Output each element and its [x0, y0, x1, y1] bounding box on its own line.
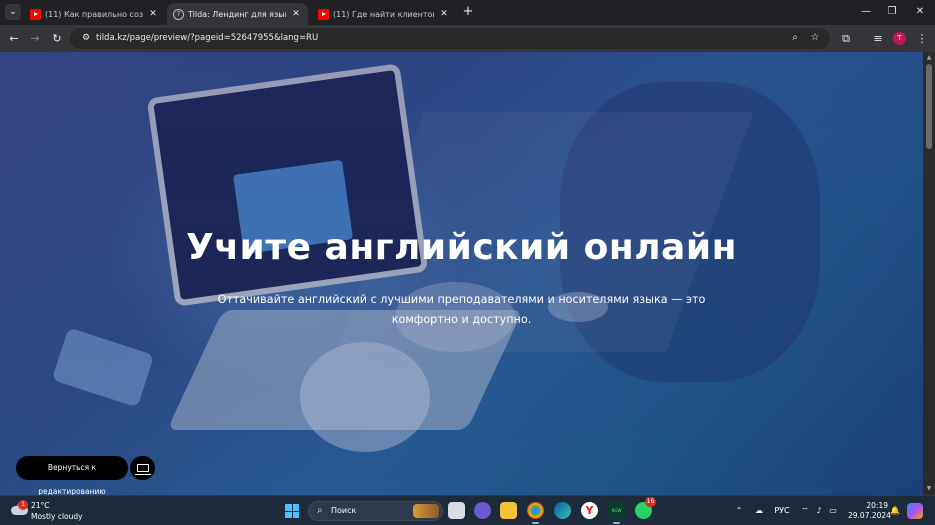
new-tab-button[interactable]: +	[461, 5, 475, 19]
scroll-thumb[interactable]	[926, 64, 932, 149]
whatsapp-icon[interactable]: 16	[635, 497, 656, 519]
tab-close-icon[interactable]: ✕	[438, 9, 450, 19]
hero-subtitle: Оттачивайте английский с лучшими препода…	[217, 293, 706, 326]
tab-youtube-1[interactable]: (11) Как правильно создать ау ✕	[24, 3, 165, 25]
page-viewport: Учите английский онлайн Оттачивайте англ…	[0, 52, 935, 495]
tab-title: Tilda: Лендинг для языковой ш	[188, 9, 286, 19]
taskbar-search[interactable]: ⌕ Поиск	[308, 501, 443, 521]
browser-toolbar: ← → ↻ ⚙ tilda.kz/page/preview/?pageid=52…	[0, 25, 935, 52]
menu-kebab-icon[interactable]: ⋮	[914, 31, 930, 47]
tab-strip: ⌄ (11) Как правильно создать ау ✕ ? Tild…	[0, 0, 935, 25]
yandex-browser-icon[interactable]: Y	[581, 502, 598, 519]
battery-icon[interactable]: ▭	[827, 505, 839, 517]
notification-badge: 16	[645, 497, 656, 507]
search-icon: ⌕	[317, 505, 323, 516]
file-explorer-icon[interactable]	[500, 502, 517, 519]
minimize-button[interactable]: —	[857, 5, 875, 19]
reload-button[interactable]: ↻	[49, 31, 65, 47]
tab-youtube-2[interactable]: (11) Где найти клиентов | Фри ✕	[312, 3, 456, 25]
back-to-editing-button[interactable]: Вернуться к редактированию	[16, 456, 128, 495]
weather-badge: 1	[18, 500, 28, 510]
address-bar[interactable]: ⚙ tilda.kz/page/preview/?pageid=52647955…	[70, 28, 830, 49]
weather-temperature[interactable]: 21°C	[31, 501, 50, 510]
search-highlight-image	[413, 504, 439, 518]
tab-close-icon[interactable]: ✕	[290, 9, 302, 19]
clock-time: 20:19	[866, 501, 888, 510]
media-controls-icon[interactable]: ≡	[870, 31, 886, 47]
teams-chat-icon[interactable]	[474, 502, 491, 519]
clock-date: 29.07.2024	[848, 511, 891, 520]
tab-tilda[interactable]: ? Tilda: Лендинг для языковой ш ✕	[167, 3, 308, 25]
globe-icon: ?	[173, 8, 184, 20]
language-indicator[interactable]: РУС	[772, 505, 792, 517]
chrome-icon[interactable]	[527, 502, 544, 524]
bookmark-star-icon[interactable]: ☆	[808, 31, 822, 45]
scroll-down-arrow-icon[interactable]: ▼	[923, 485, 935, 493]
profile-avatar[interactable]: T	[893, 32, 906, 45]
youtube-icon	[318, 8, 329, 20]
tab-title: (11) Как правильно создать ау	[45, 9, 143, 19]
page-scrollbar[interactable]: ▲ ▼	[923, 52, 935, 495]
site-info-icon[interactable]: ⚙	[79, 31, 93, 45]
close-window-button[interactable]: ✕	[911, 5, 929, 19]
tab-close-icon[interactable]: ✕	[147, 9, 159, 19]
scroll-up-arrow-icon[interactable]: ▲	[923, 54, 935, 62]
youtube-icon	[30, 8, 41, 20]
cloud-sync-icon[interactable]: ☁	[752, 505, 766, 517]
search-placeholder: Поиск	[331, 506, 357, 515]
system-clock[interactable]: 20:19 29.07.2024	[848, 501, 891, 521]
show-hidden-icons-chevron-icon[interactable]: ⌃	[734, 505, 744, 517]
wifi-icon[interactable]: ⌔	[799, 505, 811, 517]
url-text[interactable]: tilda.kz/page/preview/?pageid=52647955&l…	[96, 28, 318, 49]
edge-icon[interactable]	[554, 502, 571, 519]
volume-icon[interactable]: ♪	[813, 505, 825, 517]
task-view-icon[interactable]	[448, 502, 465, 519]
monitor-icon	[134, 464, 151, 475]
copilot-icon[interactable]	[907, 503, 923, 519]
windows-start-icon[interactable]	[285, 504, 299, 518]
tab-search-chevron-icon[interactable]: ⌄	[5, 4, 21, 20]
hero-title: Учите английский онлайн	[186, 227, 737, 268]
device-preview-button[interactable]	[130, 456, 155, 480]
weather-description[interactable]: Mostly cloudy	[31, 512, 83, 521]
windows-taskbar: 1 21°C Mostly cloudy ⌕ Поиск Y NGW 16 ⌃ …	[0, 495, 935, 525]
notification-bell-icon[interactable]: 🔔	[890, 505, 900, 517]
app-icon[interactable]: NGW	[608, 502, 625, 524]
zoom-icon[interactable]: ⌕	[788, 31, 802, 45]
extensions-icon[interactable]: ⧉	[838, 31, 854, 47]
tab-title: (11) Где найти клиентов | Фри	[333, 9, 434, 19]
hero-overlay	[0, 52, 935, 495]
back-button[interactable]: ←	[6, 31, 22, 47]
forward-button[interactable]: →	[27, 31, 43, 47]
maximize-button[interactable]: ❐	[883, 5, 901, 19]
